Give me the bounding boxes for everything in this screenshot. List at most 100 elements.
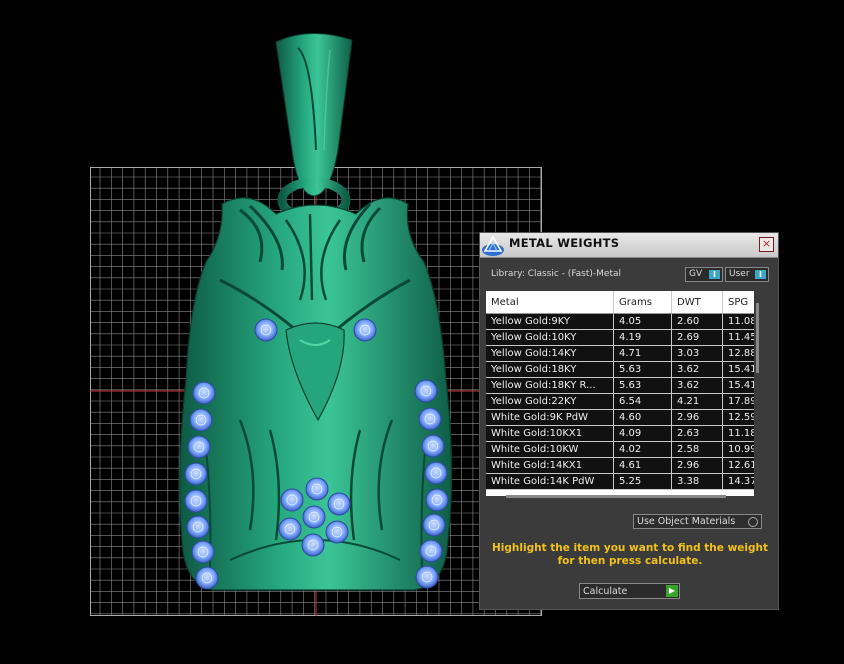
- table-row[interactable]: Yellow Gold:18KY 5.63 3.62 15.41: [486, 362, 754, 378]
- grams-cell: 5.63: [619, 380, 642, 391]
- dwt-cell: 2.69: [677, 332, 700, 343]
- spg-cell: 15.41: [728, 364, 754, 375]
- grams-cell: 4.09: [619, 428, 642, 439]
- gemstone: [186, 515, 210, 539]
- gv-toggle-label: GV: [689, 269, 703, 279]
- gemstone: [418, 407, 442, 431]
- metal-cell: Yellow Gold:9KY: [491, 316, 570, 327]
- dwt-cell: 3.03: [677, 348, 700, 359]
- grams-cell: 4.71: [619, 348, 642, 359]
- grams-cell: 4.05: [619, 316, 642, 327]
- metal-cell: Yellow Gold:18KY R...: [491, 380, 596, 391]
- gemstone: [184, 489, 208, 513]
- metal-cell: Yellow Gold:10KY: [491, 332, 577, 343]
- play-icon: ▶: [666, 585, 678, 597]
- column-header-dwt[interactable]: DWT: [677, 297, 701, 308]
- close-icon[interactable]: ×: [759, 237, 774, 252]
- metal-cell: White Gold:9K PdW: [491, 412, 588, 423]
- metal-cell: White Gold:14KX1: [491, 460, 583, 471]
- spg-cell: 12.88: [728, 348, 754, 359]
- gemstone: [302, 505, 326, 529]
- table-row[interactable]: White Gold:9K PdW 4.60 2.96 12.59: [486, 410, 754, 426]
- dwt-cell: 2.63: [677, 428, 700, 439]
- table-row[interactable]: Yellow Gold:18KY R... 5.63 3.62 15.41: [486, 378, 754, 394]
- gemstone: [191, 540, 215, 564]
- gemstone: [424, 461, 448, 485]
- metal-weights-panel: METAL WEIGHTS × Library: Classic - (Fast…: [479, 232, 779, 610]
- gemstone: [327, 492, 351, 516]
- gemstone: [422, 513, 446, 537]
- use-object-materials-label: Use Object Materials: [637, 516, 736, 527]
- gemstone: [301, 533, 325, 557]
- metal-cell: White Gold:14K PdW: [491, 476, 595, 487]
- grams-cell: 4.19: [619, 332, 642, 343]
- spg-cell: 11.18: [728, 428, 754, 439]
- dwt-cell: 3.38: [677, 476, 700, 487]
- gemstone: [421, 434, 445, 458]
- grams-cell: 6.54: [619, 396, 642, 407]
- gemstone: [353, 318, 377, 342]
- dwt-cell: 4.21: [677, 396, 700, 407]
- panel-titlebar[interactable]: METAL WEIGHTS ×: [480, 233, 778, 258]
- panel-title: METAL WEIGHTS: [509, 236, 620, 250]
- grams-cell: 4.02: [619, 444, 642, 455]
- gemstone: [325, 520, 349, 544]
- toggle-switch-icon: I: [709, 270, 720, 279]
- dwt-cell: 2.58: [677, 444, 700, 455]
- gv-toggle[interactable]: GV I: [685, 267, 723, 282]
- gemstone: [192, 381, 216, 405]
- user-toggle-label: User: [729, 269, 750, 279]
- table-row[interactable]: White Gold:14K PdW 5.25 3.38 14.37: [486, 474, 754, 490]
- matrix-logo-icon: [482, 235, 504, 256]
- horizontal-scrollbar[interactable]: [506, 495, 726, 498]
- table-row[interactable]: White Gold:14KX1 4.61 2.96 12.61: [486, 458, 754, 474]
- grams-cell: 5.25: [619, 476, 642, 487]
- gemstone: [305, 477, 329, 501]
- spg-cell: 12.61: [728, 460, 754, 471]
- column-header-spg[interactable]: SPG: [728, 297, 748, 308]
- calculate-button[interactable]: Calculate ▶: [579, 583, 680, 599]
- instruction-text: Highlight the item you want to find the …: [492, 542, 768, 567]
- grams-cell: 5.63: [619, 364, 642, 375]
- table-body: Yellow Gold:9KY 4.05 2.60 11.08 Yellow Gold:…: [486, 314, 754, 490]
- table-row[interactable]: Yellow Gold:22KY 6.54 4.21 17.89: [486, 394, 754, 410]
- spg-cell: 10.99: [728, 444, 754, 455]
- gemstone: [195, 566, 219, 590]
- column-header-grams[interactable]: Grams: [619, 297, 652, 308]
- gemstone: [254, 318, 278, 342]
- table-row[interactable]: Yellow Gold:10KY 4.19 2.69 11.45: [486, 330, 754, 346]
- spg-cell: 15.41: [728, 380, 754, 391]
- table-row[interactable]: White Gold:10KW 4.02 2.58 10.99: [486, 442, 754, 458]
- metal-cell: Yellow Gold:22KY: [491, 396, 577, 407]
- column-header-metal[interactable]: Metal: [491, 297, 519, 308]
- radio-icon[interactable]: [748, 517, 758, 527]
- table-row[interactable]: White Gold:10KX1 4.09 2.63 11.18: [486, 426, 754, 442]
- table-row[interactable]: Yellow Gold:14KY 4.71 3.03 12.88: [486, 346, 754, 362]
- user-toggle[interactable]: User I: [725, 267, 769, 282]
- gemstone: [187, 435, 211, 459]
- table-row[interactable]: Yellow Gold:9KY 4.05 2.60 11.08: [486, 314, 754, 330]
- metal-cell: White Gold:10KW: [491, 444, 579, 455]
- spg-cell: 12.59: [728, 412, 754, 423]
- gemstone: [189, 408, 213, 432]
- dwt-cell: 2.96: [677, 412, 700, 423]
- dwt-cell: 2.96: [677, 460, 700, 471]
- spg-cell: 11.45: [728, 332, 754, 343]
- gemstone: [184, 462, 208, 486]
- metal-cell: Yellow Gold:18KY: [491, 364, 577, 375]
- metal-table: Metal Grams DWT SPG Yellow Gold:9KY 4.05 2…: [486, 291, 754, 496]
- calculate-label: Calculate: [583, 586, 628, 597]
- gemstone: [419, 539, 443, 563]
- gemstone: [414, 379, 438, 403]
- toggle-switch-icon: I: [755, 270, 766, 279]
- gemstone: [278, 517, 302, 541]
- gemstone: [425, 488, 449, 512]
- vertical-scrollbar[interactable]: [756, 303, 759, 373]
- grams-cell: 4.60: [619, 412, 642, 423]
- gemstone: [415, 565, 439, 589]
- dwt-cell: 3.62: [677, 364, 700, 375]
- table-header: Metal Grams DWT SPG: [486, 291, 754, 314]
- library-label: Library: Classic - (Fast)-Metal: [491, 269, 622, 279]
- spg-cell: 11.08: [728, 316, 754, 327]
- use-object-materials-option[interactable]: Use Object Materials: [633, 514, 762, 529]
